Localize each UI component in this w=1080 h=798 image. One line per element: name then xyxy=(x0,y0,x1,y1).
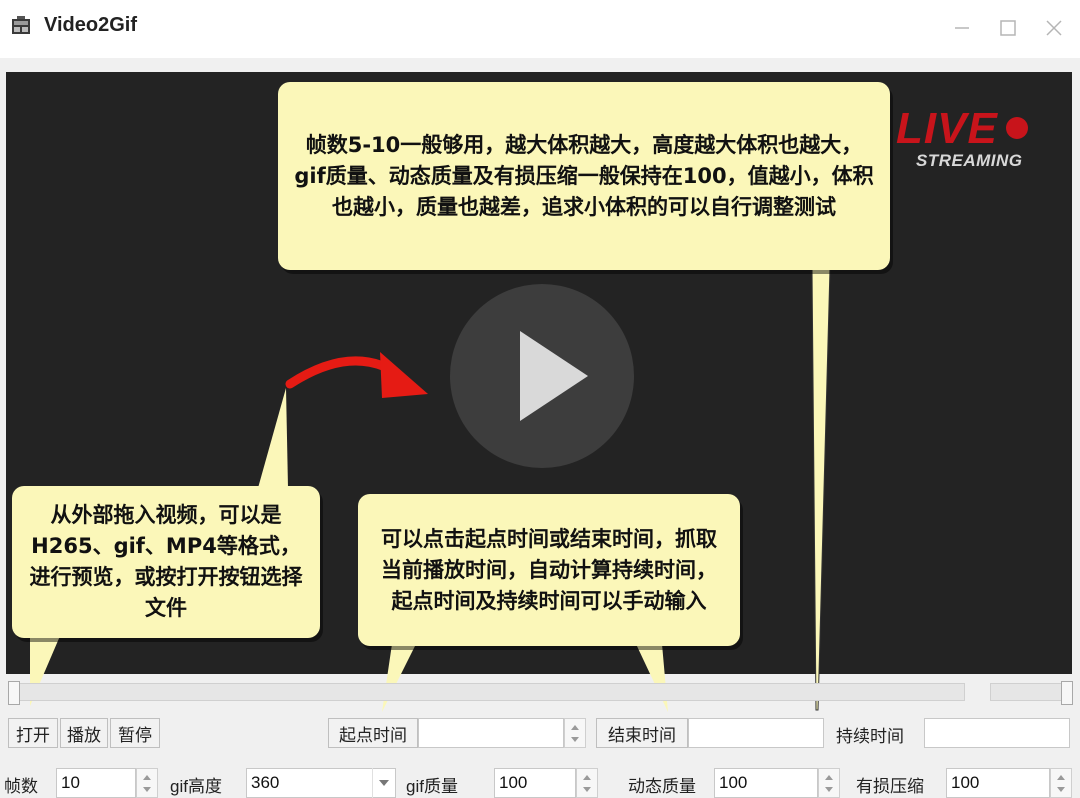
start-time-input[interactable] xyxy=(418,718,564,748)
duration-input[interactable] xyxy=(924,718,1070,748)
live-dot xyxy=(1006,117,1028,139)
callout-middle: 可以点击起点时间或结束时间，抓取当前播放时间，自动计算持续时间，起点时间及持续时… xyxy=(358,494,740,646)
title-bar: Video2Gif xyxy=(0,0,1080,58)
play-button[interactable]: 播放 xyxy=(60,718,108,748)
callout-middle-text: 可以点击起点时间或结束时间，抓取当前播放时间，自动计算持续时间，起点时间及持续时… xyxy=(381,526,717,613)
callout-top: 帧数5-10一般够用，越大体积越大，高度越大体积也越大，gif质量、动态质量及有… xyxy=(278,82,890,270)
end-time-button[interactable]: 结束时间 xyxy=(596,718,688,748)
minimize-icon[interactable] xyxy=(948,14,976,42)
app-icon xyxy=(12,16,30,34)
seek-slider[interactable] xyxy=(8,683,965,701)
chevron-down-icon[interactable] xyxy=(372,768,394,798)
motion-quality-spinner[interactable] xyxy=(818,768,840,798)
lossy-spinner[interactable] xyxy=(1050,768,1072,798)
gif-quality-label: gif质量 xyxy=(406,777,458,796)
close-icon[interactable] xyxy=(1040,14,1068,42)
duration-label: 持续时间 xyxy=(836,727,904,746)
window-title: Video2Gif xyxy=(44,14,137,36)
gif-height-label: gif高度 xyxy=(170,777,222,796)
play-triangle xyxy=(520,331,588,421)
open-button[interactable]: 打开 xyxy=(8,718,58,748)
maximize-icon[interactable] xyxy=(994,14,1022,42)
gif-quality-spinner[interactable] xyxy=(576,768,598,798)
fps-label: 帧数 xyxy=(4,777,38,796)
end-time-input[interactable] xyxy=(688,718,824,748)
callout-left-text: 从外部拖入视频，可以是H265、gif、MP4等格式，进行预览，或按打开按钮选择… xyxy=(29,503,303,620)
fps-spinner[interactable] xyxy=(136,768,158,798)
live-streaming-logo: LIVE STREAMING xyxy=(896,104,1036,174)
fps-input[interactable]: 10 xyxy=(56,768,136,798)
lossy-input[interactable]: 100 xyxy=(946,768,1050,798)
start-time-button[interactable]: 起点时间 xyxy=(328,718,418,748)
volume-slider[interactable] xyxy=(990,683,1072,701)
streaming-text: STREAMING xyxy=(916,151,1023,170)
callout-left: 从外部拖入视频，可以是H265、gif、MP4等格式，进行预览，或按打开按钮选择… xyxy=(12,486,320,638)
start-time-spinner[interactable] xyxy=(564,718,586,748)
live-text: LIVE xyxy=(896,104,998,153)
seek-slider-thumb[interactable] xyxy=(8,681,20,705)
play-icon[interactable] xyxy=(450,284,634,468)
gif-quality-input[interactable]: 100 xyxy=(494,768,576,798)
volume-slider-thumb[interactable] xyxy=(1061,681,1073,705)
callout-top-text: 帧数5-10一般够用，越大体积越大，高度越大体积也越大，gif质量、动态质量及有… xyxy=(294,132,874,219)
pause-button[interactable]: 暂停 xyxy=(110,718,160,748)
lossy-label: 有损压缩 xyxy=(856,777,924,796)
motion-quality-input[interactable]: 100 xyxy=(714,768,818,798)
motion-quality-label: 动态质量 xyxy=(628,777,696,796)
